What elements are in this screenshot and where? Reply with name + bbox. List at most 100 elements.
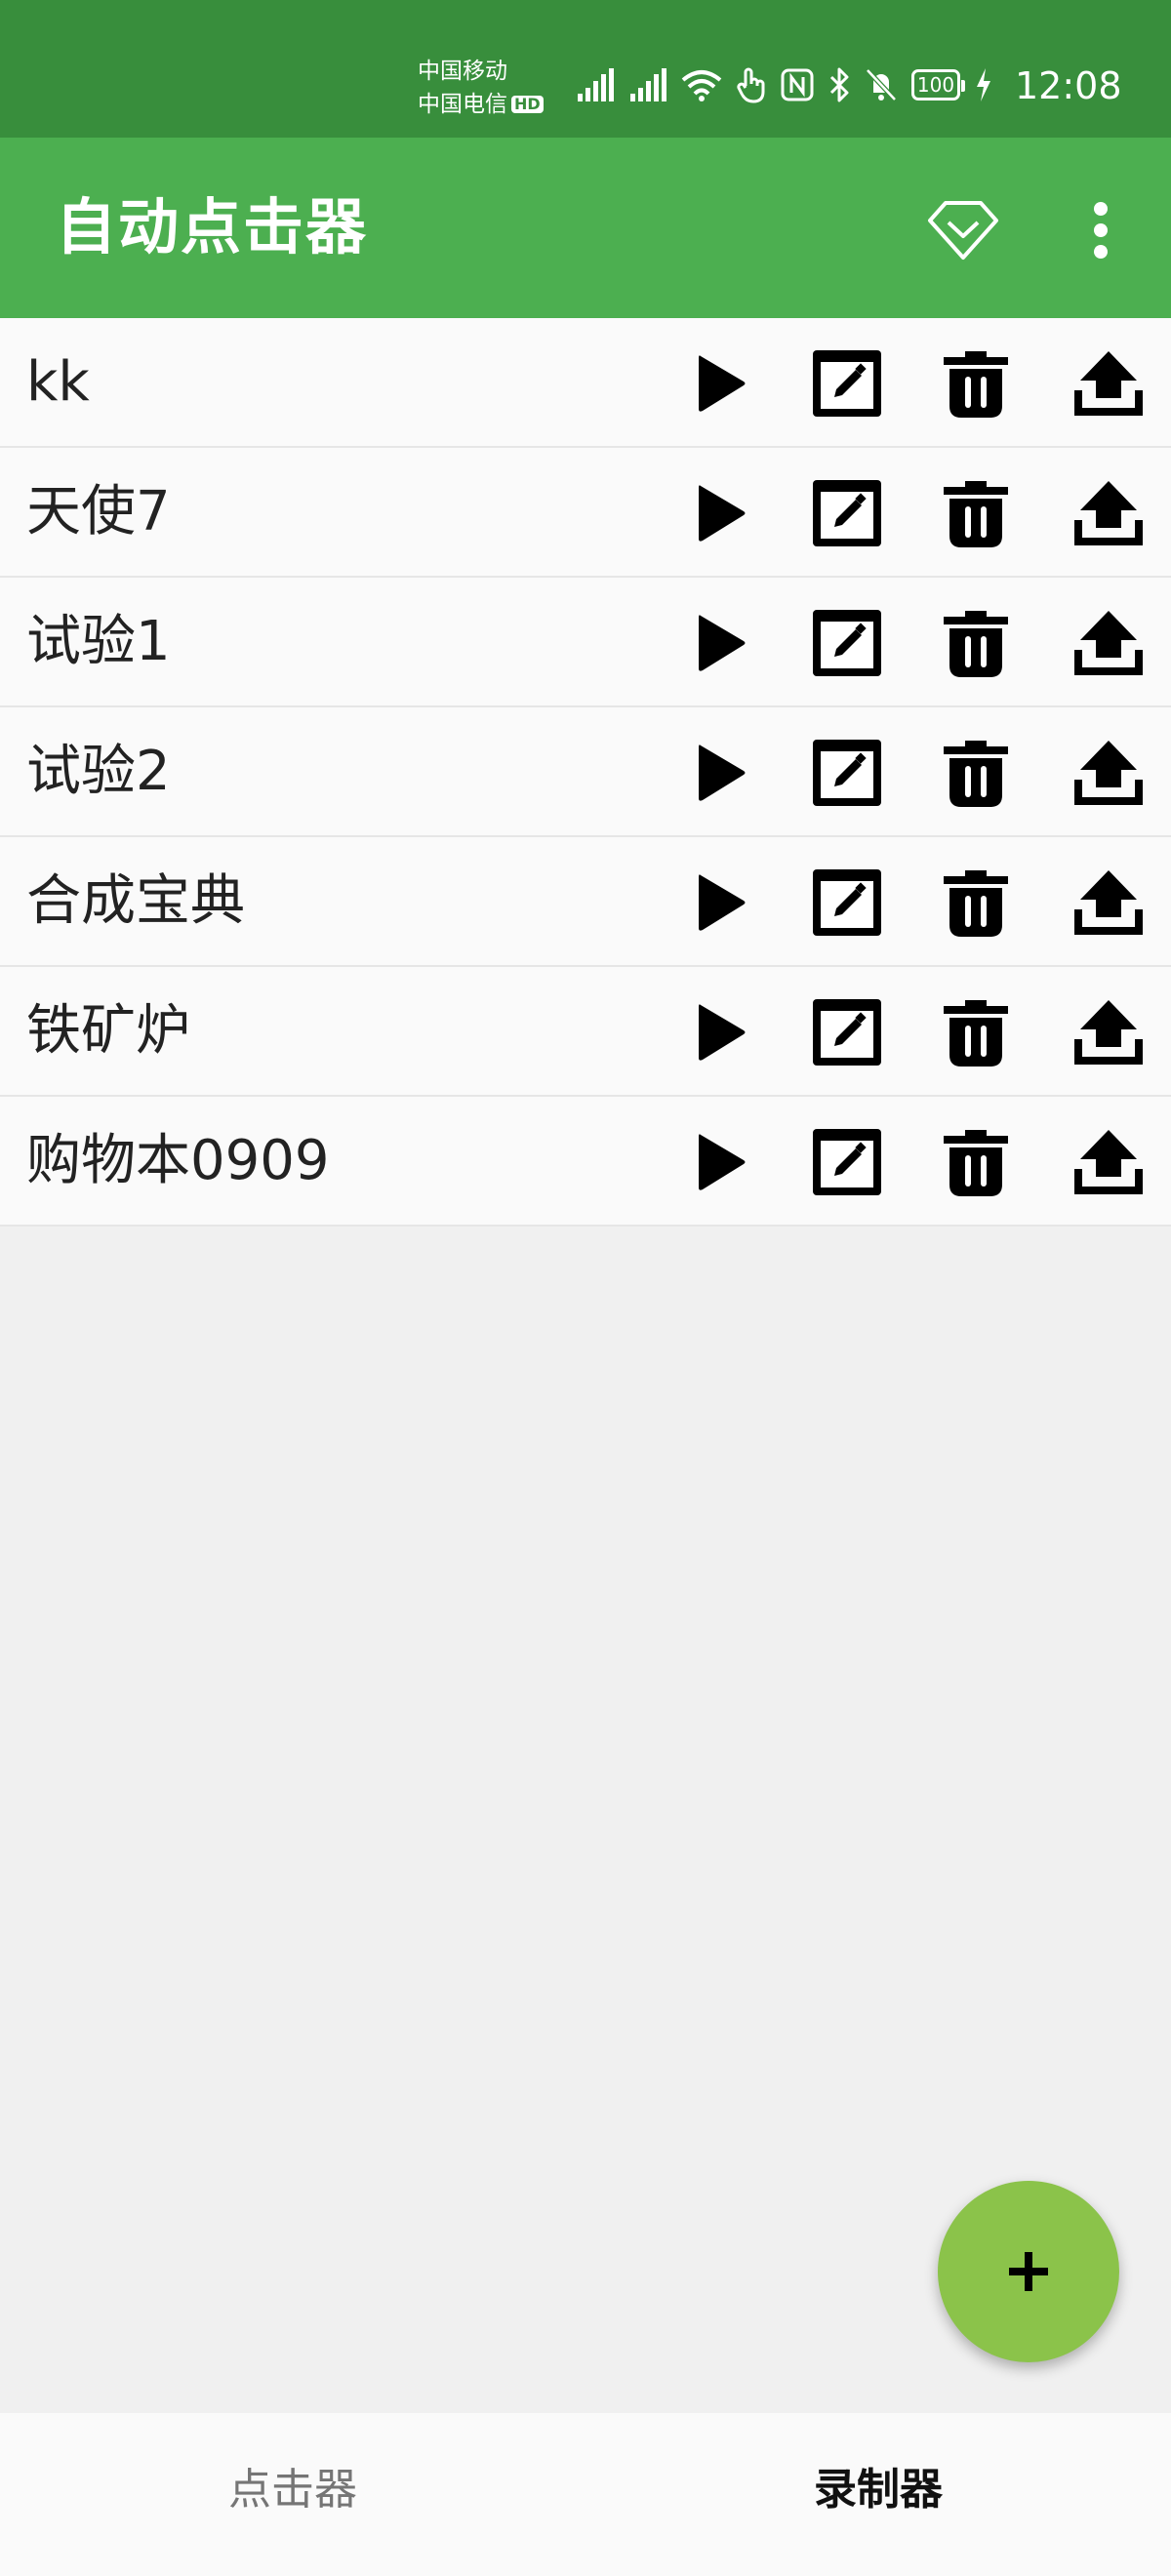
delete-icon [944,611,1008,677]
tab-clicker[interactable]: 点击器 [0,2413,586,2576]
edit-icon [813,480,881,546]
status-bar: 中国移动 中国电信 HD 100 12:08 [0,0,1171,138]
app-title: 自动点击器 [56,191,369,262]
carrier-2: 中国电信 [418,92,507,117]
edit-button[interactable] [807,863,887,943]
app-bar: 自动点击器 [0,138,1171,318]
list-item[interactable]: 购物本0909 [0,1097,1171,1227]
tab-recorder[interactable]: 录制器 [586,2413,1171,2576]
delete-icon [944,1000,1008,1067]
bluetooth-icon [828,65,851,104]
nfc-icon [781,65,814,104]
recording-name: 合成宝典 [26,869,245,933]
recording-name: 试验2 [26,740,171,803]
add-recording-button[interactable] [938,2181,1119,2362]
play-button[interactable] [681,863,761,943]
upload-button[interactable] [1069,733,1149,813]
delete-icon [944,351,1008,418]
bell-off-icon [865,65,898,104]
signal-icon [576,65,615,104]
edit-icon [813,869,881,936]
play-icon [699,355,746,412]
upload-button[interactable] [1069,863,1149,943]
play-icon [699,745,746,801]
premium-button[interactable] [924,191,1002,269]
delete-button[interactable] [936,863,1016,943]
play-button[interactable] [681,733,761,813]
delete-button[interactable] [936,473,1016,553]
list-item[interactable]: kk [0,318,1171,448]
wifi-icon [681,65,722,104]
edit-button[interactable] [807,1122,887,1202]
upload-icon [1074,351,1143,416]
charging-icon [976,65,991,104]
edit-button[interactable] [807,603,887,683]
list-item[interactable]: 合成宝典 [0,837,1171,967]
play-icon [699,485,746,542]
status-icons: 100 [576,60,1005,109]
upload-icon [1074,1000,1143,1065]
gem-icon [928,201,998,260]
list-item[interactable]: 试验2 [0,707,1171,837]
plus-icon [1009,2252,1048,2291]
upload-button[interactable] [1069,343,1149,423]
bottom-nav: 点击器 录制器 [0,2413,1171,2576]
play-icon [699,615,746,671]
delete-button[interactable] [936,343,1016,423]
play-button[interactable] [681,1122,761,1202]
play-button[interactable] [681,992,761,1072]
carrier-1: 中国移动 [418,59,507,84]
play-button[interactable] [681,343,761,423]
upload-button[interactable] [1069,1122,1149,1202]
recording-name: 铁矿炉 [26,999,190,1063]
edit-button[interactable] [807,343,887,423]
carrier-info: 中国移动 中国电信 HD [418,55,554,121]
delete-icon [944,870,1008,937]
screen: 中国移动 中国电信 HD 100 12:08 自动点击器 kk 天使7 试验1 … [0,0,1171,2576]
upload-icon [1074,481,1143,545]
recording-name: 天使7 [26,480,171,543]
recording-name: kk [26,350,90,414]
more-options-button[interactable] [1067,191,1135,269]
hd-badge: HD [511,96,544,113]
list-item[interactable]: 天使7 [0,448,1171,578]
edit-icon [813,350,881,417]
edit-icon [813,999,881,1066]
more-vert-icon [1094,202,1108,259]
touch-icon [736,65,767,104]
play-icon [699,1134,746,1190]
delete-button[interactable] [936,603,1016,683]
upload-button[interactable] [1069,603,1149,683]
recording-name: 试验1 [26,610,171,673]
play-icon [699,874,746,931]
recording-name: 购物本0909 [26,1129,330,1192]
upload-icon [1074,741,1143,805]
list-item[interactable]: 试验1 [0,578,1171,707]
edit-button[interactable] [807,733,887,813]
edit-button[interactable] [807,473,887,553]
clock: 12:08 [1015,64,1122,107]
delete-icon [944,1130,1008,1196]
battery-icon: 100 [911,69,965,101]
play-button[interactable] [681,603,761,683]
play-icon [699,1004,746,1061]
delete-icon [944,481,1008,547]
carrier-2-line: 中国电信 HD [418,88,554,121]
delete-button[interactable] [936,992,1016,1072]
signal-icon [628,65,667,104]
edit-button[interactable] [807,992,887,1072]
list-item[interactable]: 铁矿炉 [0,967,1171,1097]
upload-icon [1074,611,1143,675]
edit-icon [813,740,881,806]
upload-button[interactable] [1069,992,1149,1072]
edit-icon [813,610,881,676]
upload-icon [1074,1130,1143,1194]
upload-button[interactable] [1069,473,1149,553]
delete-button[interactable] [936,1122,1016,1202]
edit-icon [813,1129,881,1195]
delete-button[interactable] [936,733,1016,813]
recording-list: kk 天使7 试验1 试验2 合成宝典 铁矿炉 购物本0909 [0,318,1171,1227]
delete-icon [944,741,1008,807]
play-button[interactable] [681,473,761,553]
upload-icon [1074,870,1143,935]
